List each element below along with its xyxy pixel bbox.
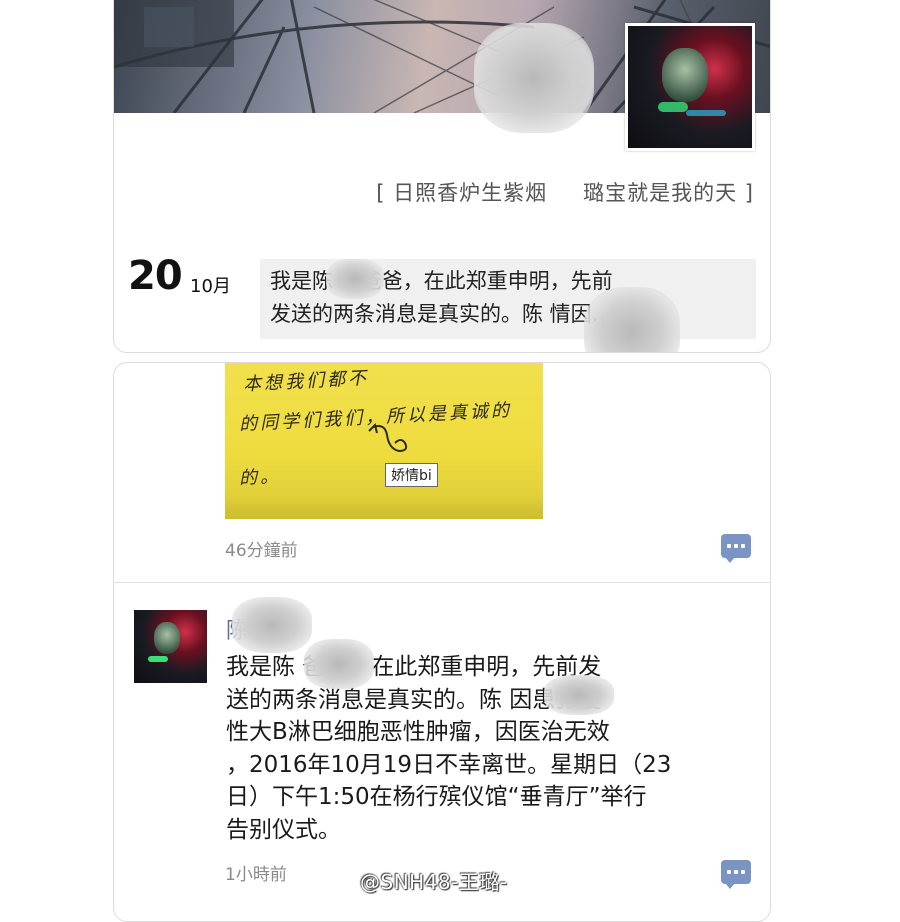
author-avatar[interactable] <box>134 610 207 683</box>
post-photo[interactable]: 本想我们都不 的同学们我们，所以是真诚的 的。 娇情bi <box>225 363 543 519</box>
blurred-name <box>304 639 374 689</box>
post-line: 性大B淋巴细胞恶性肿瘤，因医治无效 <box>226 719 610 745</box>
profile-signature: [ 日照香炉生紫烟 璐宝就是我的天 ] <box>114 177 754 207</box>
post-time: 46分鐘前 <box>225 541 298 561</box>
post-line: 告别仪式。 <box>226 816 341 843</box>
blurred-name <box>326 259 384 299</box>
photo-label: 娇情bi <box>385 463 438 487</box>
watermark: @SNH48-王璐- <box>360 870 508 894</box>
blurred-name <box>232 597 312 653</box>
photo-text-1: 本想我们都不 <box>242 367 370 396</box>
comment-icon[interactable] <box>721 534 751 563</box>
signature-right: 璐宝就是我的天 ] <box>583 181 754 205</box>
post-time: 1小時前 <box>225 865 287 885</box>
blurred-region <box>474 23 594 133</box>
comment-icon[interactable] <box>721 860 751 889</box>
blurred-name <box>584 287 680 352</box>
post-line: ，2016年10月19日不幸离世。星期日（23 <box>226 751 672 778</box>
profile-avatar[interactable] <box>625 23 755 151</box>
signature-left: [ 日照香炉生紫烟 <box>376 181 548 205</box>
blurred-name <box>544 675 614 715</box>
profile-card: [ 日照香炉生紫烟 璐宝就是我的天 ] 20 10月 我是陈 情爸爸，在此郑重申明… <box>113 0 771 353</box>
divider <box>114 582 770 583</box>
post-body: 我是陈 爸爸，在此郑重申明，先前发 送的两条消息是真实的。陈 因患弥漫 性大B淋… <box>226 651 726 846</box>
post-line: 我是陈 爸爸，在此郑重申明，先前发 <box>226 654 602 680</box>
post-date-day: 20 <box>128 253 183 299</box>
post-date-month: 10月 <box>190 276 231 297</box>
arrow-doodle <box>368 423 408 453</box>
post-line: 送的两条消息是真实的。陈 因患弥漫 <box>226 686 602 713</box>
post-line: 日）下午1:50在杨行殡仪馆“垂青厅”举行 <box>226 784 647 810</box>
photo-text-3: 的。 <box>238 465 282 490</box>
feed-card: 本想我们都不 的同学们我们，所以是真诚的 的。 娇情bi 46分鐘前 陈 我是陈… <box>113 362 771 922</box>
